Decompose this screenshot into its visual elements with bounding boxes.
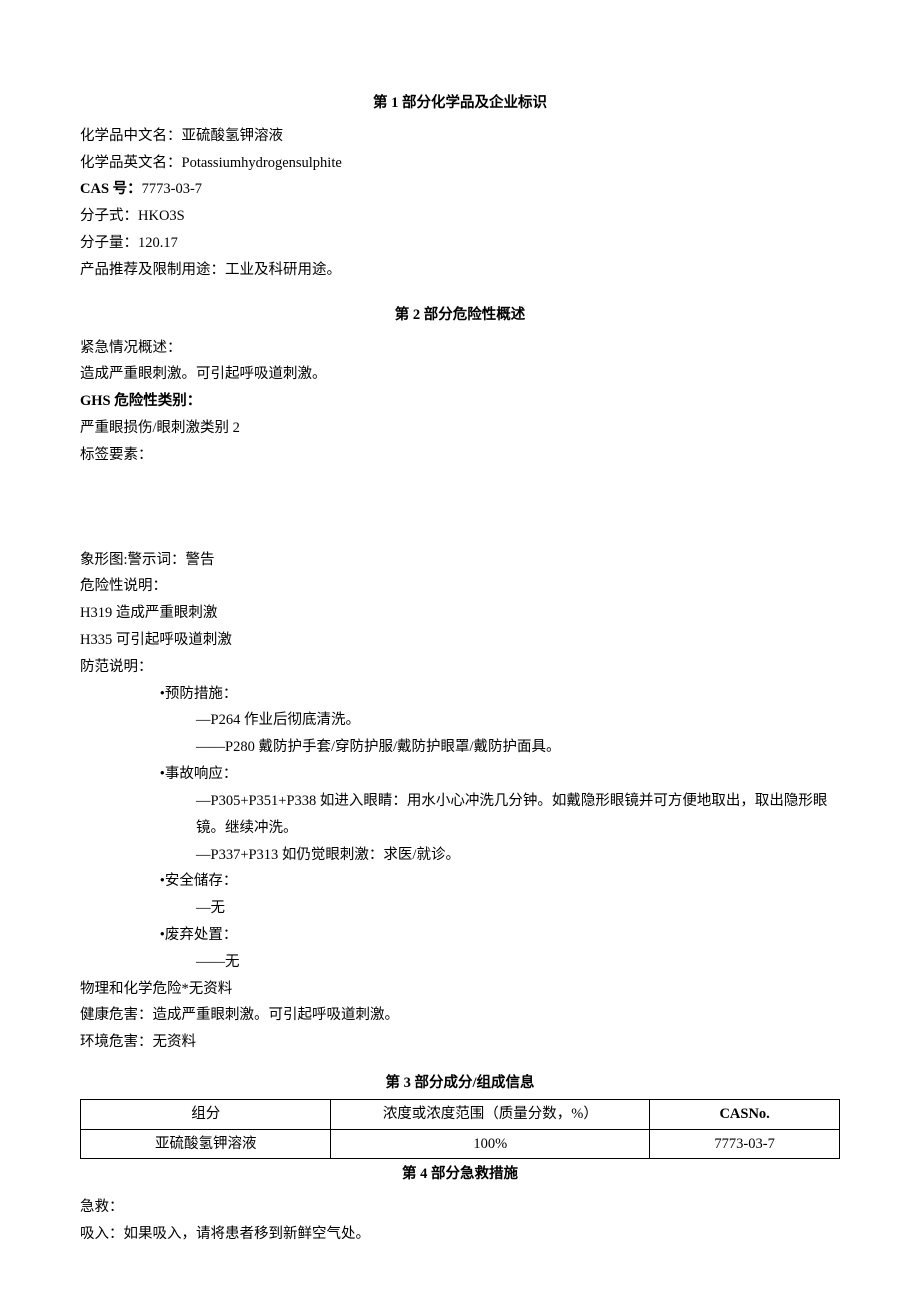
- english-name-value: Potassiumhydrogensulphite: [182, 155, 342, 171]
- table-row: 亚硫酸氢钾溶液 100% 7773-03-7: [81, 1129, 840, 1159]
- formula-value: HKO3S: [138, 208, 185, 224]
- env-line: 环境危害：无资料: [80, 1029, 840, 1056]
- section-3-title: 第 3 部分成分/组成信息: [80, 1070, 840, 1097]
- health-text: 造成严重眼刺激。可引起呼吸道刺激。: [153, 1007, 400, 1023]
- th-casno: CASNo.: [650, 1099, 840, 1129]
- formula-label: 分子式：: [80, 208, 138, 224]
- env-text: 无资料: [153, 1034, 197, 1050]
- english-name-line: 化学品英文名：Potassiumhydrogensulphite: [80, 150, 840, 177]
- phys-line: 物理和化学危险*无资料: [80, 976, 840, 1003]
- inhalation-text: 如果吸入，请将患者移到新鲜空气处。: [124, 1226, 371, 1242]
- td-concentration: 100%: [331, 1129, 650, 1159]
- cas-line: CAS 号：7773-03-7: [80, 176, 840, 203]
- prevention-heading: •预防措施：: [80, 681, 840, 708]
- th-component: 组分: [81, 1099, 331, 1129]
- p337-line: —P337+P313 如仍觉眼刺激：求医/就诊。: [80, 842, 840, 869]
- section-1-title: 第 1 部分化学品及企业标识: [80, 90, 840, 117]
- formula-line: 分子式：HKO3S: [80, 203, 840, 230]
- ghs-text: 严重眼损伤/眼刺激类别 2: [80, 415, 840, 442]
- td-component: 亚硫酸氢钾溶液: [81, 1129, 331, 1159]
- inhalation-line: 吸入：如果吸入，请将患者移到新鲜空气处。: [80, 1221, 840, 1248]
- first-aid-label: 急救：: [80, 1194, 840, 1221]
- pictogram-placeholder: [80, 477, 840, 547]
- hazard-heading: 危险性说明：: [80, 573, 840, 600]
- disposal-heading: •废弃处置：: [80, 922, 840, 949]
- th-concentration: 浓度或浓度范围（质量分数，%）: [331, 1099, 650, 1129]
- usage-line: 产品推荐及限制用途：工业及科研用途。: [80, 257, 840, 284]
- emergency-text: 造成严重眼刺激。可引起呼吸道刺激。: [80, 361, 840, 388]
- ghs-label: GHS 危险性类别：: [80, 388, 840, 415]
- p280-line: ——P280 戴防护手套/穿防护服/戴防护眼罩/戴防护面具。: [80, 734, 840, 761]
- emergency-label: 紧急情况概述：: [80, 335, 840, 362]
- chinese-name-label: 化学品中文名：: [80, 128, 182, 144]
- td-casno: 7773-03-7: [650, 1129, 840, 1159]
- h335-line: H335 可引起呼吸道刺激: [80, 627, 840, 654]
- usage-label: 产品推荐及限制用途：: [80, 262, 225, 278]
- table-header-row: 组分 浓度或浓度范围（质量分数，%） CASNo.: [81, 1099, 840, 1129]
- english-name-label: 化学品英文名：: [80, 155, 182, 171]
- precaution-heading: 防范说明：: [80, 654, 840, 681]
- inhalation-label: 吸入：: [80, 1226, 124, 1242]
- section-2-title: 第 2 部分危险性概述: [80, 302, 840, 329]
- cas-label: CAS 号：: [80, 181, 142, 197]
- storage-heading: •安全储存：: [80, 868, 840, 895]
- mw-label: 分子量：: [80, 235, 138, 251]
- composition-table: 组分 浓度或浓度范围（质量分数，%） CASNo. 亚硫酸氢钾溶液 100% 7…: [80, 1099, 840, 1160]
- mw-value: 120.17: [138, 235, 178, 251]
- disposal-text: ——无: [80, 949, 840, 976]
- section-4-title: 第 4 部分急救措施: [80, 1161, 840, 1188]
- p305-line: —P305+P351+P338 如进入眼睛：用水小心冲洗几分钟。如戴隐形眼镜并可…: [80, 788, 840, 842]
- pictogram-line: 象形图:警示词：警告: [80, 547, 840, 574]
- health-line: 健康危害：造成严重眼刺激。可引起呼吸道刺激。: [80, 1002, 840, 1029]
- env-label: 环境危害：: [80, 1034, 153, 1050]
- chinese-name-line: 化学品中文名：亚硫酸氢钾溶液: [80, 123, 840, 150]
- usage-value: 工业及科研用途。: [225, 262, 341, 278]
- p264-line: —P264 作业后彻底清洗。: [80, 707, 840, 734]
- storage-text: —无: [80, 895, 840, 922]
- chinese-name-value: 亚硫酸氢钾溶液: [182, 128, 284, 144]
- response-heading: •事故响应：: [80, 761, 840, 788]
- health-label: 健康危害：: [80, 1007, 153, 1023]
- h319-line: H319 造成严重眼刺激: [80, 600, 840, 627]
- cas-value: 7773-03-7: [142, 181, 202, 197]
- label-elements: 标签要素：: [80, 442, 840, 469]
- mw-line: 分子量：120.17: [80, 230, 840, 257]
